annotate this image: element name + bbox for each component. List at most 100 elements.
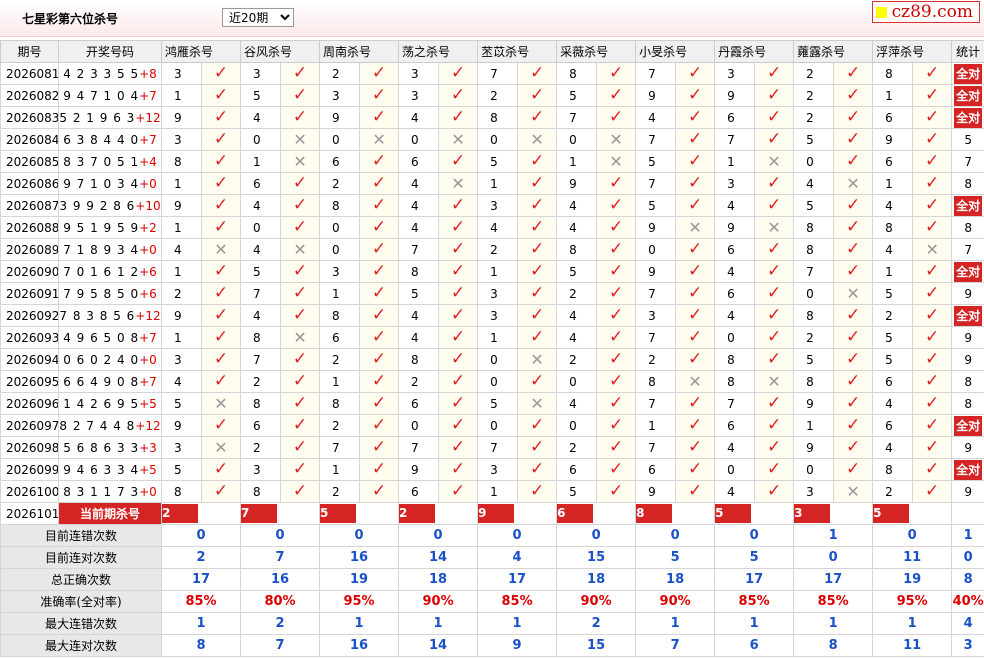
header-expert[interactable]: 苤苡杀号: [477, 40, 558, 63]
top-bar: 七星彩第六位杀号 近20期 cz89.com: [0, 0, 984, 37]
table-row: 2026090 7 0 1 6 1 2+6 1 ✓ 5 ✓ 3 ✓ 8 ✓ 1 ✓ 5 ✓ 9 ✓ 4 ✓ 7 ✓ 1 ✓…: [0, 260, 984, 283]
check-icon: ✓: [371, 349, 387, 369]
kill-number-cell: 4: [635, 106, 677, 129]
kill-number-cell: 4: [556, 194, 598, 217]
result-cell: ✓: [596, 238, 637, 261]
check-icon: ✓: [213, 481, 229, 501]
check-icon: ✓: [371, 305, 387, 325]
kill-number-cell: 0: [635, 238, 677, 261]
stat-cell: 全对: [951, 304, 984, 327]
kill-number-cell: 8: [319, 392, 361, 415]
check-icon: ✓: [766, 173, 782, 193]
kill-number-cell: 2: [793, 62, 835, 85]
period-cell: 2026100: [0, 480, 59, 503]
kill-number-cell: 0: [319, 238, 361, 261]
draw-sum: +6: [139, 286, 157, 301]
check-icon: ✓: [925, 349, 940, 369]
header-expert[interactable]: 周南杀号: [319, 40, 400, 63]
header-expert[interactable]: 荡之杀号: [398, 40, 479, 63]
header-expert[interactable]: 小旻杀号: [635, 40, 716, 63]
header-expert[interactable]: 谷风杀号: [240, 40, 321, 63]
summary-value: 1: [714, 612, 795, 635]
result-cell: ✓: [675, 194, 716, 217]
check-icon: ✓: [292, 349, 308, 369]
check-icon: ✓: [766, 305, 782, 325]
current-kill-cell: 5: [319, 502, 400, 525]
period-range-select[interactable]: 近20期: [222, 8, 294, 27]
stat-cell: 全对: [951, 84, 984, 107]
header-expert[interactable]: 鸿雁杀号: [160, 40, 242, 63]
kill-number-cell: 9: [714, 216, 756, 239]
check-icon: ✓: [529, 85, 545, 105]
kill-number-cell: 6: [872, 414, 914, 437]
summary-value: 14: [398, 634, 479, 657]
summary-label: 最大连错次数: [0, 612, 162, 635]
kill-number-cell: 8: [319, 194, 361, 217]
check-icon: ✓: [529, 481, 545, 501]
kill-number-cell: 4: [477, 216, 519, 239]
stat-cell: 7: [951, 150, 984, 173]
draw-digits: 8 3 7 0 5 1: [63, 154, 140, 169]
header-expert[interactable]: 蕹露杀号: [793, 40, 874, 63]
result-cell: ✕: [280, 128, 321, 151]
header-expert[interactable]: 采薇杀号: [556, 40, 637, 63]
draw-number-cell: 9 4 6 3 3 4+5: [58, 458, 162, 481]
result-cell: ✓: [596, 282, 637, 305]
kill-number-cell: 4: [240, 194, 282, 217]
result-cell: ✓: [359, 260, 400, 283]
kill-number-cell: 5: [872, 282, 914, 305]
check-icon: ✓: [608, 393, 624, 413]
cross-icon: ✕: [767, 217, 781, 237]
check-icon: ✓: [608, 371, 624, 391]
result-cell: ✓: [912, 106, 953, 129]
check-icon: ✓: [450, 217, 466, 237]
table-row: 2026082 9 4 7 1 0 4+7 1 ✓ 5 ✓ 3 ✓ 3 ✓ 2 ✓ 5 ✓ 9 ✓ 9 ✓ 2 ✓ 1 ✓…: [0, 84, 984, 107]
check-icon: ✓: [450, 327, 466, 347]
site-logo[interactable]: cz89.com: [871, 1, 980, 23]
result-cell: ✓: [754, 238, 795, 261]
kill-number-cell: 4: [398, 216, 440, 239]
summary-value: 85%: [714, 590, 795, 613]
kill-number-table: 期号 开奖号码 鸿雁杀号 谷风杀号 周南杀号 荡之杀号 苤苡杀号 采薇杀号 小旻杀号 丹霞杀号 蕹露…: [0, 40, 984, 657]
stat-cell: 8: [951, 172, 984, 195]
summary-value: 15: [556, 634, 637, 657]
draw-digits: 9 7 1 0 3 4: [63, 176, 140, 191]
result-cell: ✓: [833, 414, 874, 437]
all-right-badge: 全对: [954, 305, 983, 326]
kill-number-cell: 3: [319, 260, 361, 283]
result-cell: ✓: [675, 304, 716, 327]
draw-sum: +0: [139, 352, 157, 367]
summary-value: 17: [160, 568, 242, 591]
header-expert[interactable]: 丹霞杀号: [714, 40, 795, 63]
kill-number-cell: 1: [319, 370, 361, 393]
result-cell: ✓: [596, 172, 637, 195]
table-row: 2026089 7 1 8 9 3 4+0 4 ✕ 4 ✕ 0 ✓ 7 ✓ 2 ✓ 8 ✓ 0 ✓ 6 ✓ 8 ✓ 4 ✕…: [0, 238, 984, 261]
kill-number-cell: 6: [240, 172, 282, 195]
result-cell: ✓: [280, 260, 321, 283]
check-icon: ✓: [292, 85, 308, 105]
check-icon: ✓: [687, 349, 703, 369]
draw-sum: +10: [135, 198, 161, 213]
check-icon: ✓: [371, 393, 387, 413]
kill-number-cell: 0: [240, 128, 282, 151]
kill-number-cell: 7: [793, 260, 835, 283]
kill-number-cell: 5: [872, 348, 914, 371]
draw-number-cell: 3 9 9 2 8 6+10: [58, 194, 162, 217]
period-cell: 2026094: [0, 348, 59, 371]
table-row: 2026092 7 8 3 8 5 6+12 9 ✓ 4 ✓ 8 ✓ 4 ✓ 3 ✓ 4 ✓ 3 ✓ 4 ✓ 8 ✓ 2…: [0, 304, 984, 327]
check-icon: ✓: [292, 195, 308, 215]
kill-number-cell: 5: [793, 128, 835, 151]
result-cell: ✓: [280, 414, 321, 437]
result-cell: ✓: [675, 392, 716, 415]
check-icon: ✓: [687, 173, 703, 193]
result-cell: ✓: [596, 216, 637, 239]
result-cell: ✓: [596, 370, 637, 393]
check-icon: ✓: [766, 437, 782, 457]
period-cell: 2026086: [0, 172, 59, 195]
cross-icon: ✕: [293, 151, 307, 171]
result-cell: ✓: [754, 480, 795, 503]
result-cell: ✕: [596, 150, 637, 173]
cross-icon: ✕: [767, 151, 781, 171]
kill-number-cell: 9: [635, 260, 677, 283]
header-expert[interactable]: 浮萍杀号: [872, 40, 953, 63]
